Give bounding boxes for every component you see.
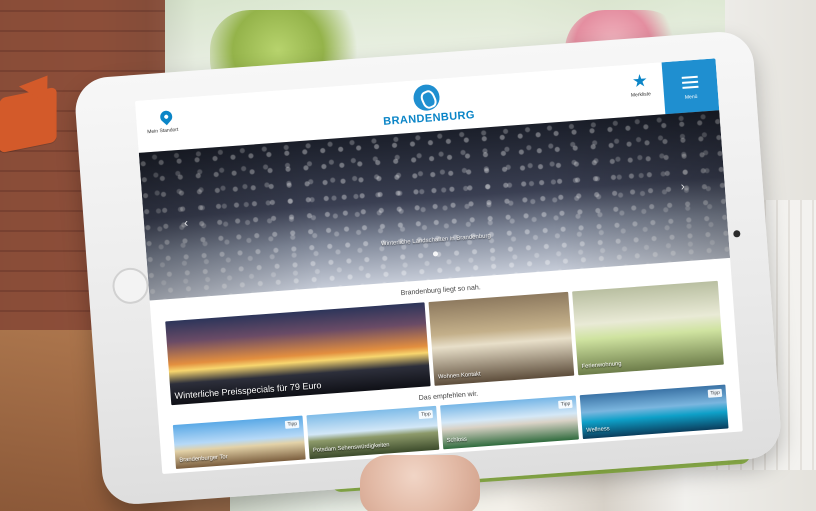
card-caption: Ferienwohnung [581, 361, 622, 371]
card-caption: Wellness [586, 426, 610, 434]
menu-label: Menü [684, 93, 698, 101]
menu-button[interactable]: Menü [661, 58, 720, 115]
hand [360, 455, 480, 511]
card-caption: Wohnen Kontakt [437, 371, 481, 381]
hero-next-arrow[interactable]: › [676, 179, 689, 194]
merkliste-label: Merkliste [630, 91, 652, 99]
photo-scene: Mein Standort BRANDENBURG Merkliste Menü [0, 0, 816, 511]
card-tag: Tipp [285, 419, 300, 429]
recommendation-card[interactable]: Tipp Schloss [440, 395, 579, 450]
tablet-screen: Mein Standort BRANDENBURG Merkliste Menü [134, 58, 743, 475]
recommendation-card[interactable]: Tipp Wellness [579, 384, 729, 440]
merkliste-button[interactable]: Merkliste [625, 73, 656, 111]
star-icon [632, 73, 647, 88]
recommendation-card[interactable]: Tipp Brandenburger Tor [172, 415, 306, 469]
location-label: Mein Standort [147, 126, 179, 136]
card-tag: Tipp [708, 388, 723, 398]
tablet: Mein Standort BRANDENBURG Merkliste Menü [73, 29, 783, 507]
card-tag: Tipp [558, 399, 573, 409]
card-caption: Schloss [446, 436, 468, 445]
offer-card[interactable]: Wohnen Kontakt [428, 291, 575, 386]
brandenburg-logo-icon [412, 83, 441, 112]
card-caption: Brandenburger Tor [179, 454, 228, 464]
hero-prev-arrow[interactable]: ‹ [180, 215, 193, 230]
site-logo[interactable]: BRANDENBURG [347, 79, 510, 135]
location-button[interactable]: Mein Standort [146, 108, 192, 142]
card-tag: Tipp [418, 410, 434, 420]
recommendation-card[interactable]: Tipp Potsdam Sehenswürdigkeiten [306, 405, 440, 460]
location-pin-icon [157, 108, 175, 126]
offer-card[interactable]: Winterliche Preisspecials für 79 Euro [165, 302, 431, 406]
arrow-icon [0, 86, 57, 154]
card-caption: Potsdam Sehenswürdigkeiten [312, 442, 390, 454]
hamburger-menu-icon [681, 75, 699, 89]
offer-card[interactable]: Ferienwohnung [572, 280, 724, 376]
